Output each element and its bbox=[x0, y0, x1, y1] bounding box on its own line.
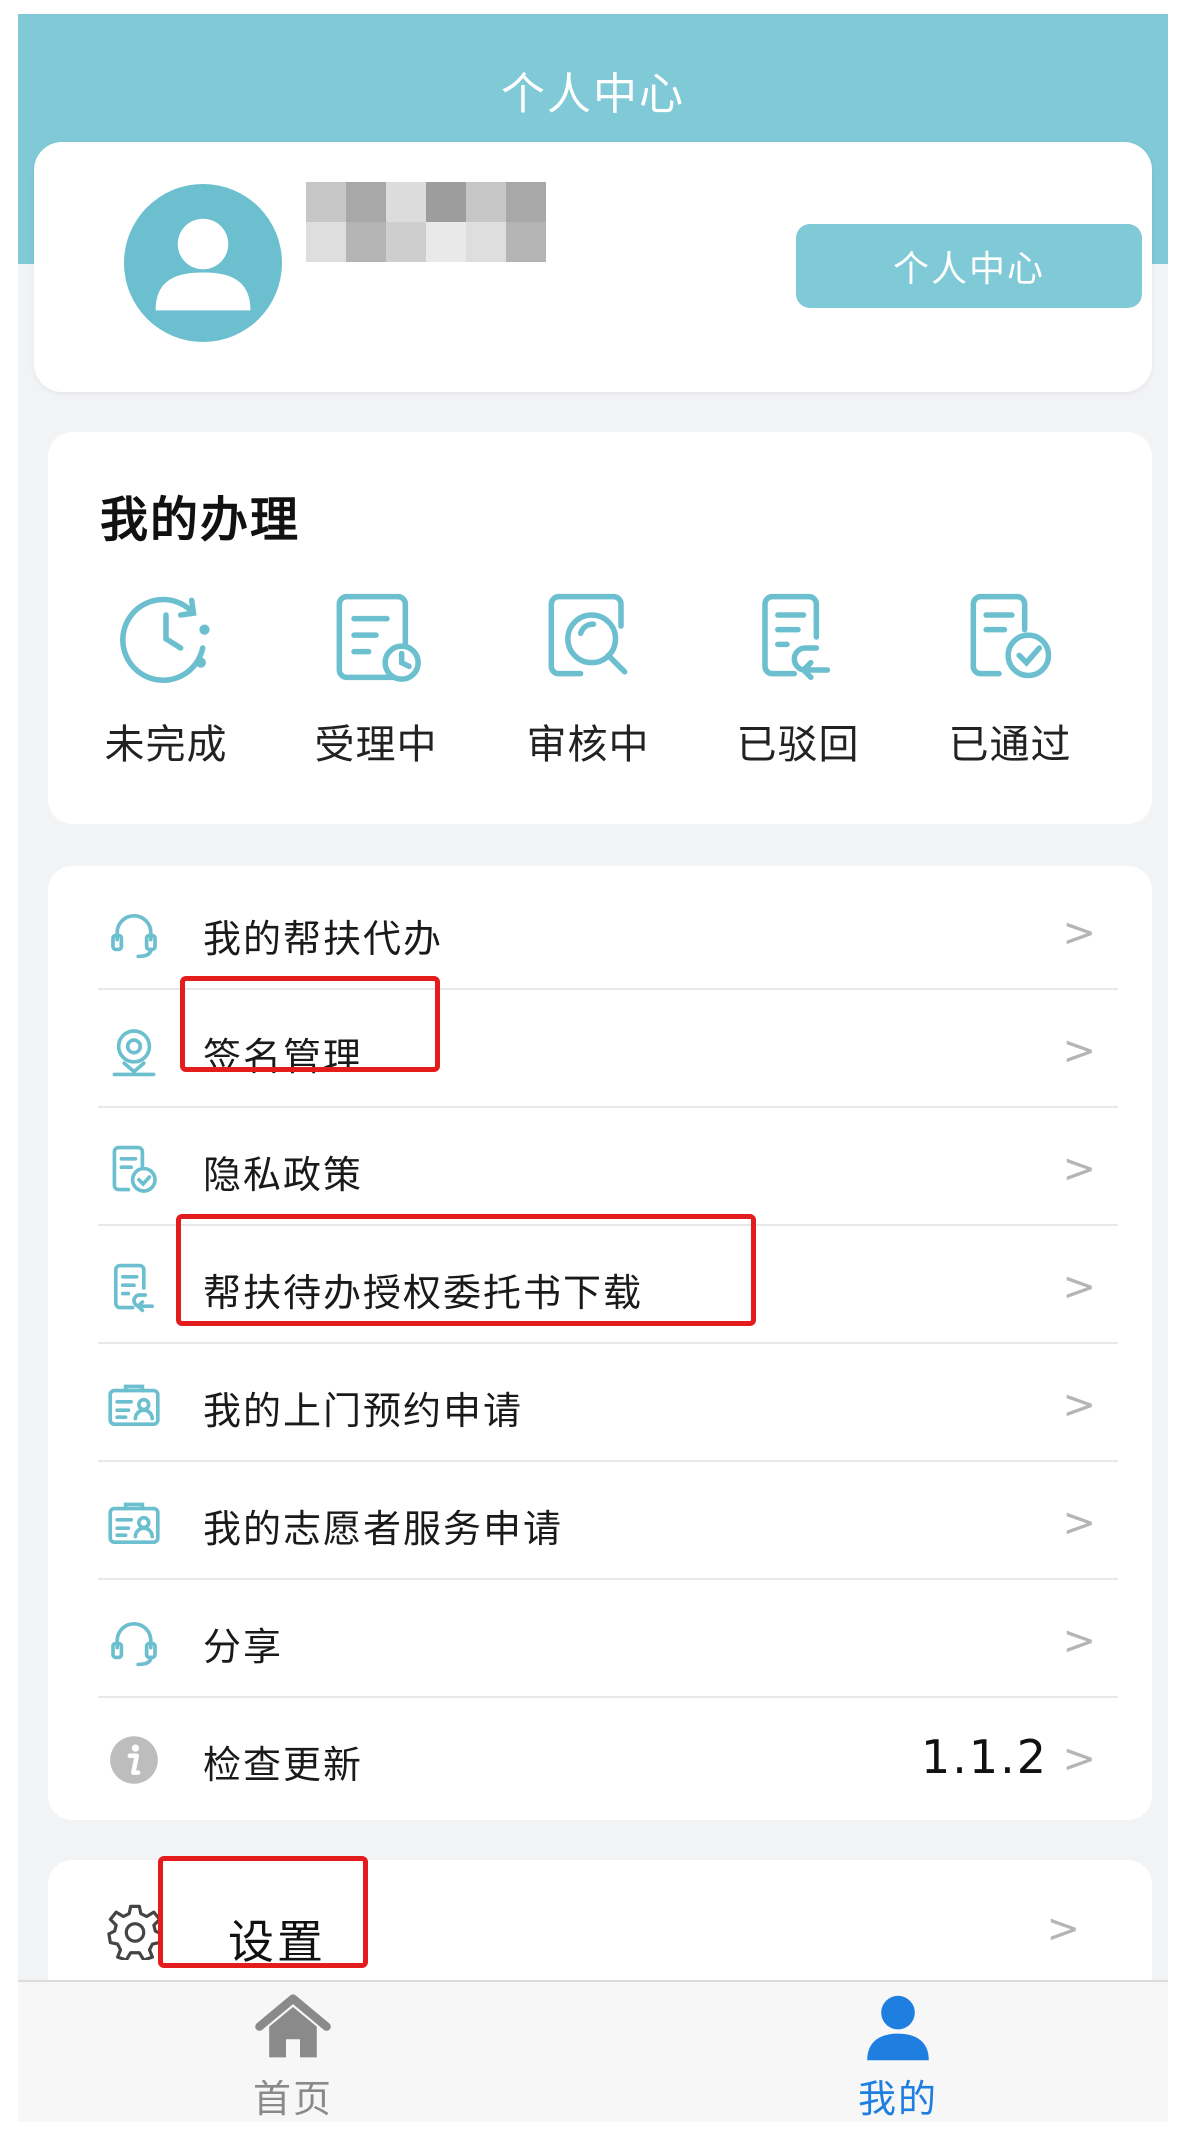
menu-item-label: 签名管理 bbox=[203, 1035, 364, 1079]
my-handling-card: 我的办理 未完成 受理中 审核中 已驳回 已通过 bbox=[48, 432, 1152, 824]
search-document-icon bbox=[548, 593, 628, 677]
chevron-right-icon: > bbox=[1046, 1906, 1080, 1952]
profile-card: 个人中心 bbox=[34, 142, 1152, 392]
document-clock-icon bbox=[336, 593, 421, 682]
document-return-icon bbox=[113, 1263, 155, 1313]
menu-item-label: 帮扶待办授权委托书下载 bbox=[203, 1271, 644, 1315]
menu-item-label: 我的帮扶代办 bbox=[203, 917, 444, 961]
menu-item-volunteer-service[interactable]: 我的志愿者服务申请 > bbox=[98, 1462, 1118, 1580]
menu-item-privacy-policy[interactable]: 隐私政策 > bbox=[98, 1108, 1118, 1226]
menu-list: 我的帮扶代办 > 签名管理 > 隐私政策 > 帮扶待办授权委托书下载 > 我的上… bbox=[48, 866, 1152, 1820]
menu-item-authorization-download[interactable]: 帮扶待办授权委托书下载 > bbox=[98, 1226, 1118, 1344]
headset-icon bbox=[111, 913, 157, 959]
document-check-icon bbox=[970, 593, 1052, 679]
tab-mine[interactable]: 我的 bbox=[798, 1992, 998, 2122]
settings-item[interactable]: 设置 > bbox=[48, 1860, 1152, 2000]
settings-label: 设置 bbox=[228, 1915, 326, 1969]
menu-item-check-update[interactable]: 检查更新 1.1.2 > bbox=[98, 1698, 1118, 1816]
status-item-rejected[interactable]: 已驳回 bbox=[698, 582, 898, 770]
gear-icon bbox=[107, 1904, 163, 1960]
menu-item-label: 检查更新 bbox=[203, 1743, 364, 1787]
username-redacted bbox=[306, 182, 546, 262]
avatar[interactable] bbox=[124, 184, 282, 342]
clock-icon bbox=[120, 596, 210, 683]
tab-label: 我的 bbox=[857, 2077, 938, 2121]
status-row: 未完成 受理中 审核中 已驳回 已通过 bbox=[48, 582, 1152, 802]
chevron-right-icon: > bbox=[1062, 1028, 1096, 1074]
bottom-nav: 首页 我的 bbox=[18, 1980, 1168, 2122]
chevron-right-icon: > bbox=[1062, 1264, 1096, 1310]
status-item-approved[interactable]: 已通过 bbox=[910, 582, 1110, 770]
chevron-right-icon: > bbox=[1062, 910, 1096, 956]
document-check-icon bbox=[112, 1145, 157, 1193]
user-icon bbox=[867, 1995, 929, 2061]
section-title: 我的办理 bbox=[100, 492, 301, 548]
tab-home[interactable]: 首页 bbox=[193, 1992, 393, 2122]
menu-item-label: 我的上门预约申请 bbox=[203, 1389, 524, 1433]
chevron-right-icon: > bbox=[1062, 1736, 1096, 1782]
status-label: 已通过 bbox=[948, 722, 1072, 768]
document-return-icon bbox=[762, 593, 831, 681]
headset-icon bbox=[111, 1621, 157, 1667]
version-number: 1.1.2 bbox=[920, 1730, 1048, 1784]
status-label: 未完成 bbox=[104, 722, 228, 768]
status-label: 受理中 bbox=[314, 722, 438, 768]
id-card-icon bbox=[108, 1384, 160, 1427]
status-label: 审核中 bbox=[526, 722, 650, 768]
menu-item-share[interactable]: 分享 > bbox=[98, 1580, 1118, 1698]
chevron-right-icon: > bbox=[1062, 1618, 1096, 1664]
tab-label: 首页 bbox=[252, 2077, 333, 2121]
info-icon bbox=[110, 1736, 158, 1784]
menu-item-label: 我的志愿者服务申请 bbox=[203, 1507, 564, 1551]
status-item-reviewing[interactable]: 审核中 bbox=[488, 582, 688, 770]
app-screen: 个人中心 个人中心 我的办理 未完成 受理中 审核中 已驳回 已通过 我的帮扶代… bbox=[18, 14, 1168, 2122]
menu-item-label: 分享 bbox=[203, 1625, 284, 1669]
menu-item-label: 隐私政策 bbox=[203, 1153, 364, 1197]
chevron-right-icon: > bbox=[1062, 1146, 1096, 1192]
personal-center-button[interactable]: 个人中心 bbox=[796, 224, 1142, 308]
id-card-icon bbox=[108, 1502, 160, 1545]
page-title: 个人中心 bbox=[501, 69, 685, 120]
status-item-incomplete[interactable]: 未完成 bbox=[66, 582, 266, 770]
menu-item-signature-management[interactable]: 签名管理 > bbox=[98, 990, 1118, 1108]
user-icon bbox=[155, 218, 251, 311]
menu-item-assisted-agency[interactable]: 我的帮扶代办 > bbox=[98, 872, 1118, 990]
status-label: 已驳回 bbox=[736, 722, 860, 768]
chevron-right-icon: > bbox=[1062, 1500, 1096, 1546]
location-pin-icon bbox=[112, 1029, 156, 1077]
chevron-right-icon: > bbox=[1062, 1382, 1096, 1428]
status-item-processing[interactable]: 受理中 bbox=[276, 582, 476, 770]
home-icon bbox=[255, 1994, 331, 2058]
menu-item-home-visit-appointment[interactable]: 我的上门预约申请 > bbox=[98, 1344, 1118, 1462]
